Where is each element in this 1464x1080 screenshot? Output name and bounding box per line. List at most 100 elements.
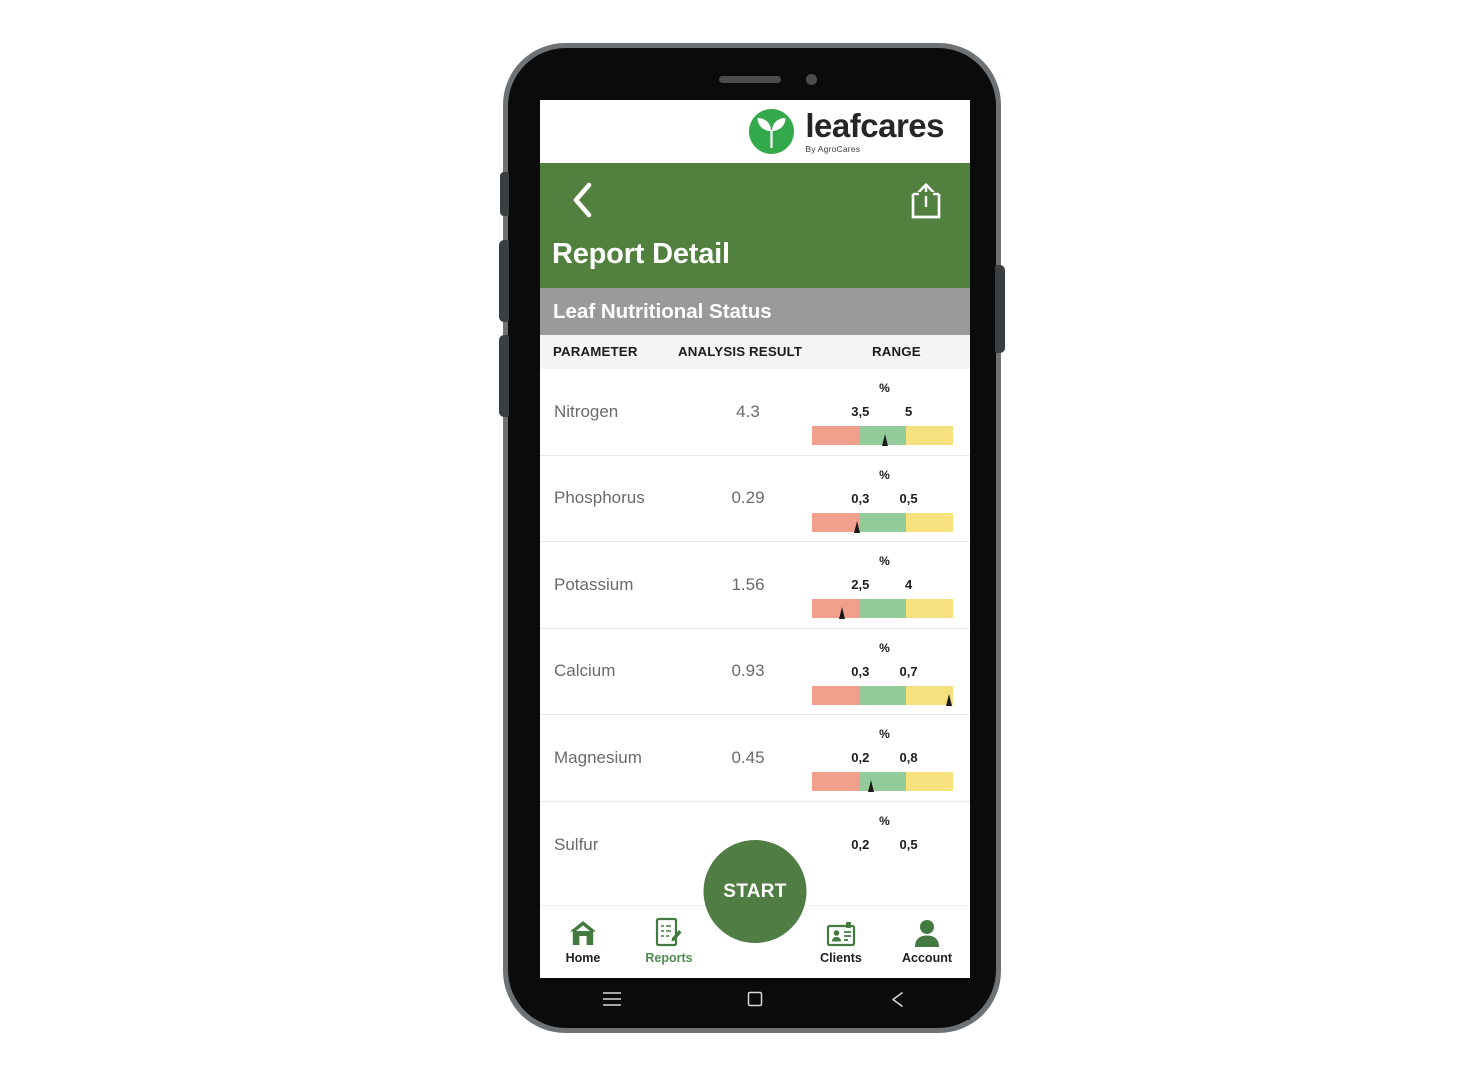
parameter-name: Magnesium [554, 747, 642, 767]
phone-power-button[interactable] [995, 265, 1005, 353]
range-segment-low [812, 426, 859, 445]
nav-item-label: Reports [645, 951, 693, 965]
chevron-left-icon[interactable] [562, 179, 602, 221]
range-value-marker [838, 607, 845, 619]
range-segment-optimal [859, 772, 906, 791]
range-bar [812, 599, 953, 619]
front-camera [806, 74, 817, 85]
range-cell: % 0,2 0,5 [812, 802, 957, 889]
table-row[interactable]: Nitrogen 4.3 % 3,5 5 [540, 369, 970, 456]
column-header-range: RANGE [872, 344, 921, 359]
range-value-marker [854, 520, 861, 533]
range-high-threshold: 0,5 [899, 490, 918, 506]
table-row[interactable]: Magnesium 0.45% 0,2 0,8 [540, 715, 970, 802]
range-value-marker [882, 434, 889, 446]
share-up-icon[interactable] [904, 179, 948, 223]
parameter-name: Calcium [554, 661, 616, 681]
range-bar [812, 685, 953, 706]
range-bar [812, 512, 953, 533]
range-segment-optimal [859, 512, 906, 532]
screenshot-root: leafcares By AgroCares Report Detail Lea… [0, 0, 1464, 1080]
nav-item-label: Clients [820, 951, 862, 965]
range-cell: % 3,5 5 [812, 369, 957, 455]
back-triangle-icon[interactable] [875, 984, 921, 1014]
person-icon [914, 915, 940, 947]
table-row[interactable]: Potassium 1.56% 2,5 4 [540, 542, 970, 629]
analysis-result-value: 0.93 [731, 661, 765, 681]
nav-item-label: Home [565, 951, 601, 965]
range-low-threshold: 0,3 [851, 490, 870, 506]
home-square-icon[interactable] [732, 984, 778, 1014]
range-unit-label: % [879, 467, 890, 482]
nav-item-reports[interactable]: Reports [626, 915, 712, 965]
range-low-threshold: 0,2 [851, 836, 870, 852]
range-low-threshold: 2,5 [851, 577, 870, 592]
range-value-marker [868, 780, 875, 792]
range-segment-low [812, 685, 859, 705]
range-bar [812, 772, 953, 792]
id-card-icon [826, 915, 856, 947]
range-unit-label: % [879, 554, 890, 568]
brand-bar: leafcares By AgroCares [540, 100, 970, 163]
nav-item-label: Account [902, 951, 952, 965]
range-segment-low [812, 772, 859, 791]
analysis-result-value: 0.45 [731, 747, 765, 767]
phone-volume-up-button[interactable] [499, 240, 509, 322]
parameter-name: Sulfur [554, 834, 599, 854]
parameter-rows: Nitrogen 4.3 % 3,5 5 Phosphorus 0.29% 0,3 0,5 Pot… [540, 369, 970, 888]
range-segment-high [906, 512, 953, 532]
range-cell: % 0,2 0,8 [812, 715, 957, 801]
brand-name: leafcares [805, 107, 944, 145]
range-unit-label: % [879, 727, 890, 741]
phone-silent-switch[interactable] [500, 172, 509, 216]
analysis-result-value: 1.56 [731, 574, 765, 594]
brand-logo-lockup: leafcares By AgroCares [749, 109, 944, 154]
nav-item-clients[interactable]: Clients [798, 915, 884, 965]
parameter-name: Potassium [554, 574, 634, 594]
phone-screen: leafcares By AgroCares Report Detail Lea… [540, 100, 970, 978]
nav-item-home[interactable]: Home [540, 915, 626, 965]
range-high-threshold: 0,5 [899, 836, 918, 852]
start-button[interactable]: START [703, 840, 807, 943]
range-high-threshold: 0,7 [899, 663, 918, 679]
analysis-result-value: 0.29 [731, 488, 765, 508]
table-row[interactable]: Calcium 0.93% 0,3 0,7 [540, 629, 970, 715]
table-row[interactable]: Phosphorus 0.29% 0,3 0,5 [540, 456, 970, 542]
range-unit-label: % [879, 640, 890, 655]
brand-tagline: By AgroCares [805, 144, 861, 155]
range-segment-high [906, 599, 953, 618]
leaf-sprout-icon [749, 109, 795, 154]
range-segment-optimal [859, 685, 906, 705]
range-segment-low [812, 512, 859, 532]
range-value-marker [945, 693, 952, 706]
nav-item-account[interactable]: Account [884, 915, 970, 965]
range-segment-optimal [859, 599, 906, 618]
range-high-threshold: 4 [904, 577, 913, 592]
menu-icon[interactable] [589, 984, 635, 1014]
range-cell: % 0,3 0,5 [812, 456, 957, 542]
start-button-label: START [723, 880, 787, 902]
parameter-name: Phosphorus [554, 488, 645, 508]
home-icon [568, 915, 598, 947]
range-cell: % 2,5 4 [812, 542, 957, 628]
app-header: Report Detail [540, 163, 970, 288]
page-title: Report Detail [552, 238, 730, 270]
range-bar [812, 426, 953, 446]
section-title-bar: Leaf Nutritional Status [540, 288, 970, 335]
report-edit-icon [655, 915, 683, 947]
analysis-result-value: 4.3 [736, 401, 760, 421]
section-title: Leaf Nutritional Status [553, 299, 772, 323]
earpiece-speaker [719, 76, 781, 83]
android-system-bar [540, 978, 970, 1020]
parameter-name: Nitrogen [554, 401, 619, 421]
column-header-analysis-result: ANALYSIS RESULT [678, 344, 803, 359]
table-header-row: PARAMETER ANALYSIS RESULT RANGE [540, 335, 970, 369]
range-low-threshold: 0,2 [851, 750, 870, 765]
column-header-parameter: PARAMETER [553, 344, 638, 359]
range-unit-label: % [879, 381, 890, 395]
phone-volume-down-button[interactable] [499, 335, 509, 417]
range-segment-high [906, 772, 953, 791]
brand-text: leafcares By AgroCares [805, 109, 944, 154]
range-unit-label: % [879, 813, 890, 828]
range-high-threshold: 5 [904, 404, 913, 419]
